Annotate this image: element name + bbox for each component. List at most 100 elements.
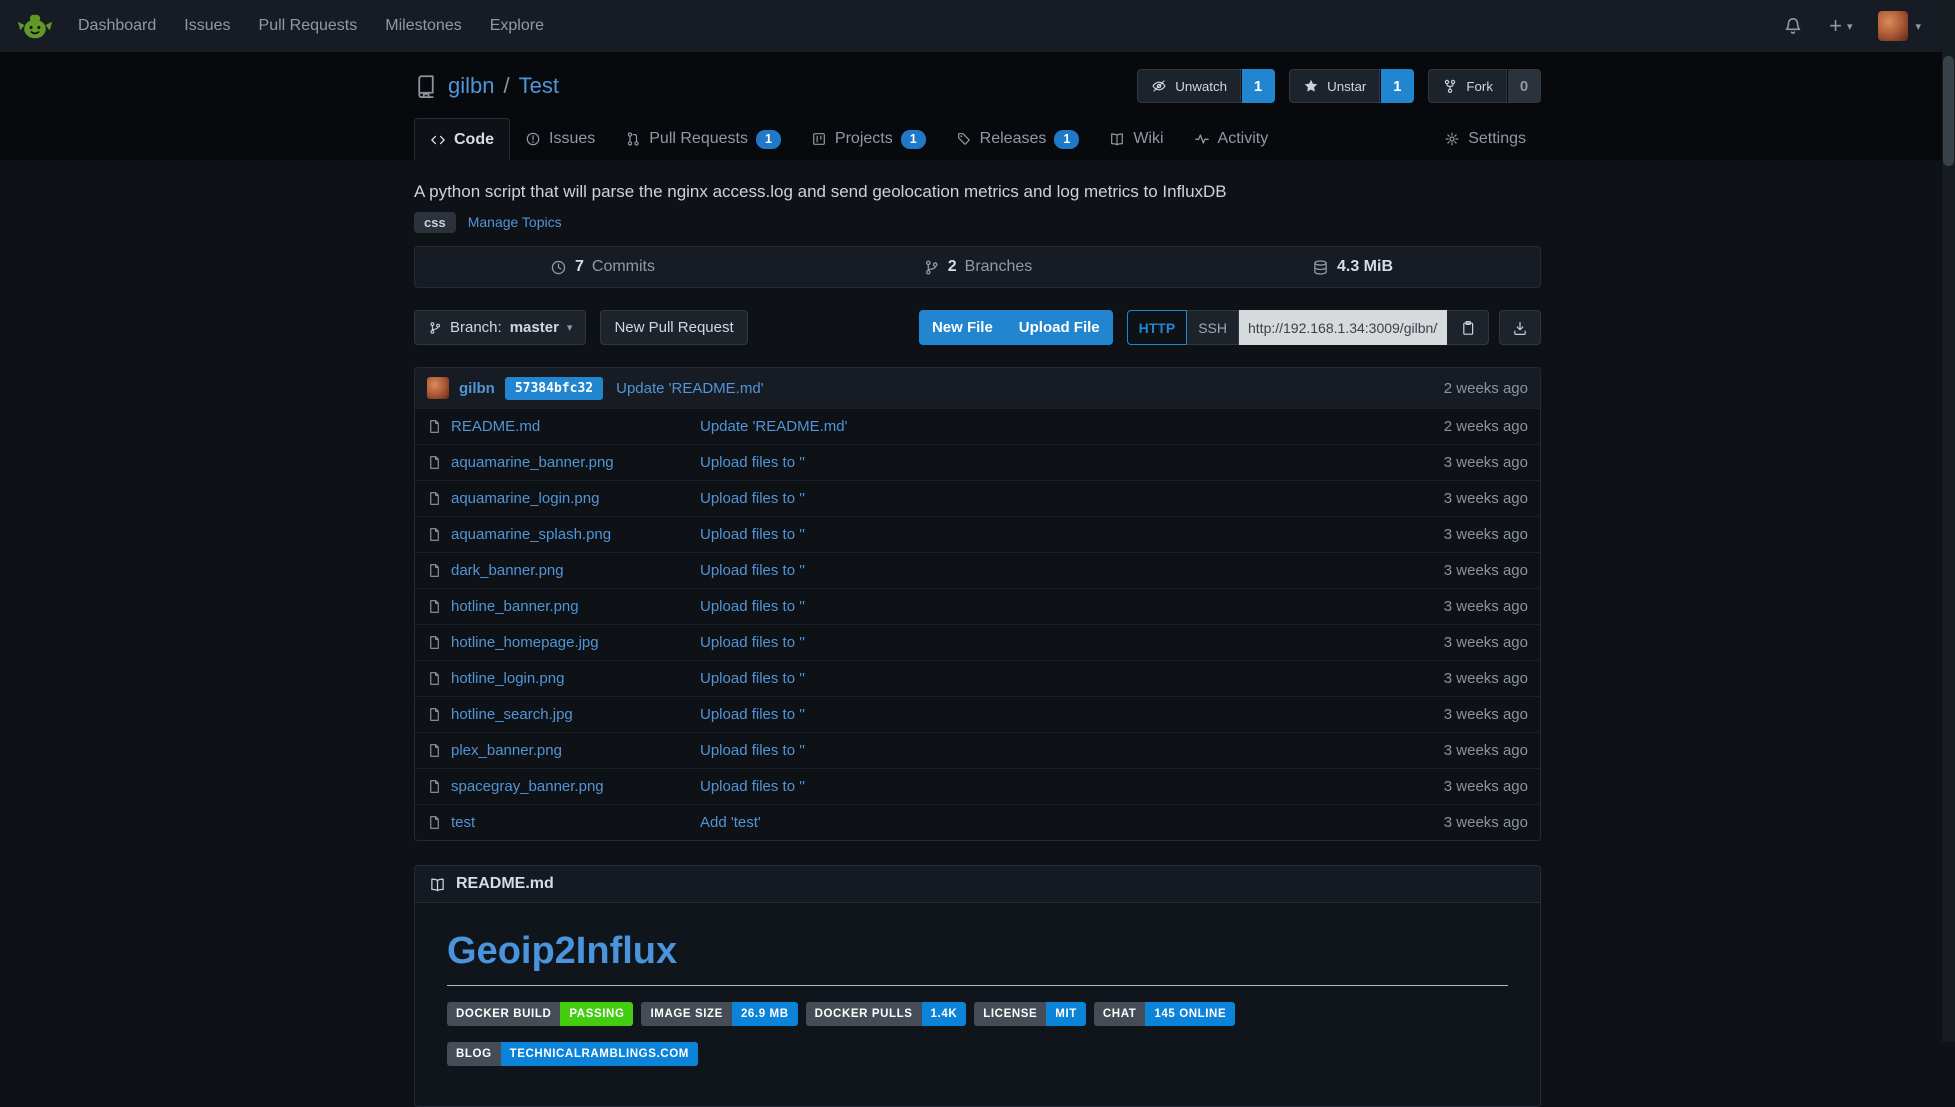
tab-issues[interactable]: Issues <box>510 118 610 160</box>
http-protocol-button[interactable]: HTTP <box>1127 310 1188 345</box>
commit-author-avatar[interactable] <box>427 377 449 399</box>
new-pull-request-button[interactable]: New Pull Request <box>600 310 747 345</box>
file-commit-message[interactable]: Upload files to '' <box>700 490 805 507</box>
size-stat[interactable]: 4.3 MiB <box>1165 247 1540 287</box>
file-commit-message[interactable]: Upload files to '' <box>700 526 805 543</box>
tab-releases[interactable]: Releases 1 <box>941 118 1095 160</box>
file-commit-message[interactable]: Upload files to '' <box>700 706 805 723</box>
file-name-link[interactable]: hotline_homepage.jpg <box>451 634 599 651</box>
file-commit-message[interactable]: Upload files to '' <box>700 598 805 615</box>
fork-button[interactable]: Fork <box>1428 69 1507 103</box>
commit-message-link[interactable]: Update 'README.md' <box>616 380 763 397</box>
tab-projects[interactable]: Projects 1 <box>796 118 941 160</box>
file-commit-message[interactable]: Add 'test' <box>700 814 761 831</box>
notifications-bell-icon[interactable] <box>1783 16 1803 36</box>
file-name-link[interactable]: hotline_login.png <box>451 670 564 687</box>
file-commit-message[interactable]: Upload files to '' <box>700 670 805 687</box>
file-icon <box>427 671 442 686</box>
file-age: 3 weeks ago <box>1444 742 1528 759</box>
releases-count-badge: 1 <box>1054 130 1079 149</box>
file-icon <box>427 779 442 794</box>
clone-url-input[interactable] <box>1239 310 1447 345</box>
file-commit-message[interactable]: Upload files to '' <box>700 454 805 471</box>
file-name-link[interactable]: test <box>451 814 475 831</box>
file-list: README.md Update 'README.md' 2 weeks ago… <box>415 408 1540 840</box>
unstar-button[interactable]: Unstar <box>1289 69 1380 103</box>
branch-icon <box>428 321 442 335</box>
toolbar-right: New File Upload File HTTP SSH <box>919 310 1541 345</box>
commits-stat[interactable]: 7 Commits <box>415 247 790 287</box>
readme-badge[interactable]: DOCKER PULLS 1.4K <box>806 1002 967 1026</box>
file-commit-message[interactable]: Update 'README.md' <box>700 418 847 435</box>
file-commit-message[interactable]: Upload files to '' <box>700 634 805 651</box>
file-name-link[interactable]: aquamarine_banner.png <box>451 454 614 471</box>
file-age: 3 weeks ago <box>1444 634 1528 651</box>
file-row: README.md Update 'README.md' 2 weeks ago <box>415 408 1540 444</box>
clipboard-icon <box>1460 320 1476 336</box>
watch-count[interactable]: 1 <box>1241 69 1275 103</box>
navbar-item[interactable]: Milestones <box>371 0 475 52</box>
badge-value: 26.9 MB <box>732 1002 798 1026</box>
tab-activity[interactable]: Activity <box>1179 118 1284 160</box>
readme-badge-row: DOCKER BUILD PASSING IMAGE SIZE 26.9 MB … <box>447 1002 1508 1026</box>
navbar-item[interactable]: Explore <box>476 0 558 52</box>
file-name-link[interactable]: README.md <box>451 418 540 435</box>
tab-pull-requests[interactable]: Pull Requests 1 <box>610 118 796 160</box>
create-new-menu[interactable]: + ▾ <box>1829 13 1852 39</box>
eye-slash-icon <box>1151 78 1167 94</box>
download-button[interactable] <box>1499 310 1541 345</box>
repo-name-link[interactable]: Test <box>519 73 559 99</box>
navbar-item[interactable]: Issues <box>170 0 244 52</box>
avatar <box>1878 11 1908 41</box>
unwatch-button[interactable]: Unwatch <box>1137 69 1241 103</box>
file-icon <box>427 491 442 506</box>
file-commit-message[interactable]: Upload files to '' <box>700 742 805 759</box>
commit-author-link[interactable]: gilbn <box>459 380 495 397</box>
file-name-link[interactable]: plex_banner.png <box>451 742 562 759</box>
star-group: Unstar 1 <box>1289 69 1414 103</box>
file-name-link[interactable]: dark_banner.png <box>451 562 564 579</box>
readme-badge[interactable]: CHAT 145 ONLINE <box>1094 1002 1235 1026</box>
readme-badge[interactable]: IMAGE SIZE 26.9 MB <box>641 1002 797 1026</box>
file-name-link[interactable]: hotline_search.jpg <box>451 706 573 723</box>
readme-badge[interactable]: DOCKER BUILD PASSING <box>447 1002 633 1026</box>
repo-owner-link[interactable]: gilbn <box>448 73 494 99</box>
upload-file-button[interactable]: Upload File <box>1006 310 1113 345</box>
file-name-link[interactable]: aquamarine_login.png <box>451 490 599 507</box>
commit-age: 2 weeks ago <box>1444 380 1528 397</box>
file-commit-message[interactable]: Upload files to '' <box>700 778 805 795</box>
tab-settings[interactable]: Settings <box>1429 118 1541 160</box>
file-age: 3 weeks ago <box>1444 490 1528 507</box>
navbar-item[interactable]: Dashboard <box>64 0 170 52</box>
commit-sha-badge[interactable]: 57384bfc32 <box>505 377 603 400</box>
new-file-button[interactable]: New File <box>919 310 1006 345</box>
readme-badge[interactable]: LICENSE MIT <box>974 1002 1086 1026</box>
star-count[interactable]: 1 <box>1380 69 1414 103</box>
topic-chip[interactable]: css <box>414 212 456 233</box>
ssh-protocol-button[interactable]: SSH <box>1187 310 1239 345</box>
scrollbar-thumb[interactable] <box>1943 56 1954 166</box>
open-book-icon <box>429 876 446 893</box>
gitea-logo-icon[interactable] <box>16 7 54 45</box>
file-row: dark_banner.png Upload files to '' 3 wee… <box>415 552 1540 588</box>
file-age: 2 weeks ago <box>1444 418 1528 435</box>
tab-wiki[interactable]: Wiki <box>1094 118 1178 160</box>
file-name-link[interactable]: hotline_banner.png <box>451 598 579 615</box>
file-age: 3 weeks ago <box>1444 814 1528 831</box>
branch-dropdown[interactable]: Branch: master ▾ <box>414 310 586 345</box>
manage-topics-link[interactable]: Manage Topics <box>468 214 562 230</box>
badge-label: BLOG <box>447 1042 501 1066</box>
fork-count[interactable]: 0 <box>1507 69 1541 103</box>
badge-value: 145 ONLINE <box>1145 1002 1235 1026</box>
branches-stat[interactable]: 2 Branches <box>790 247 1165 287</box>
badge-label: LICENSE <box>974 1002 1046 1026</box>
copy-url-button[interactable] <box>1447 310 1489 345</box>
file-name-link[interactable]: aquamarine_splash.png <box>451 526 611 543</box>
navbar-item[interactable]: Pull Requests <box>245 0 372 52</box>
file-name-link[interactable]: spacegray_banner.png <box>451 778 604 795</box>
user-menu[interactable]: ▾ <box>1878 11 1921 41</box>
file-row: spacegray_banner.png Upload files to '' … <box>415 768 1540 804</box>
file-commit-message[interactable]: Upload files to '' <box>700 562 805 579</box>
tab-code[interactable]: Code <box>414 118 510 160</box>
readme-badge[interactable]: BLOG TECHNICALRAMBLINGS.COM <box>447 1042 698 1066</box>
